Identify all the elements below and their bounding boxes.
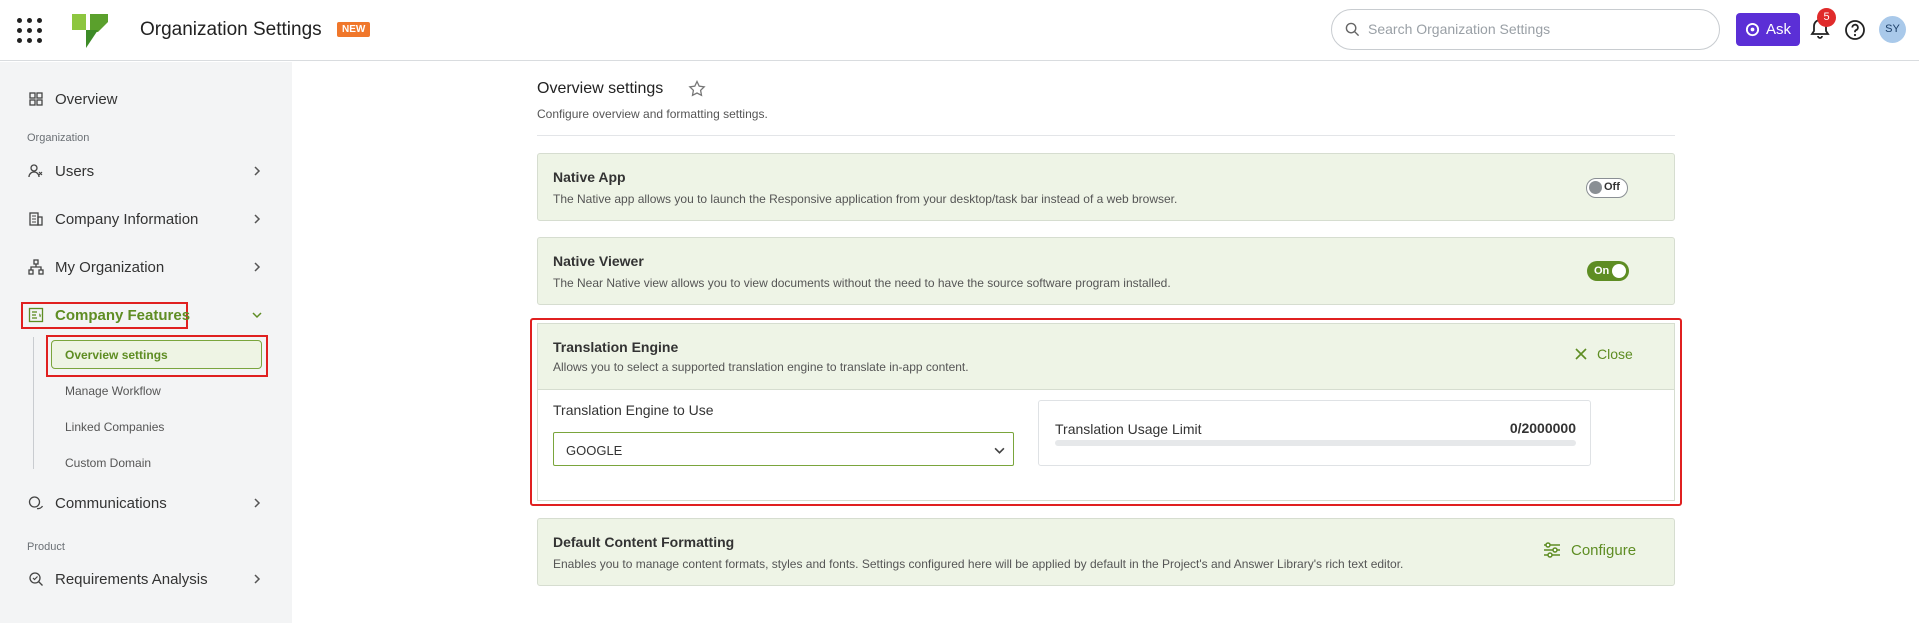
company-logo[interactable]: [70, 12, 110, 50]
sidebar-item-label: Company Information: [55, 210, 199, 228]
select-value: GOOGLE: [566, 443, 623, 458]
app-launcher-icon[interactable]: [17, 18, 42, 43]
chevron-down-icon: [994, 447, 1005, 454]
section-label-product: Product: [27, 541, 65, 553]
card-title: Native App: [553, 169, 626, 185]
card-title: Native Viewer: [553, 253, 644, 269]
sidebar-item-my-organization[interactable]: My Organization: [28, 255, 164, 279]
sidebar-item-requirements-analysis[interactable]: Requirements Analysis: [28, 567, 208, 591]
ask-button[interactable]: Ask: [1736, 13, 1800, 46]
sidebar-item-label: My Organization: [55, 258, 165, 276]
chevron-right-icon[interactable]: [252, 166, 262, 176]
ask-label: Ask: [1765, 21, 1791, 38]
chevron-right-icon[interactable]: [252, 498, 262, 508]
page-title: Overview settings: [537, 80, 664, 97]
card-title: Default Content Formatting: [553, 534, 735, 550]
engine-field-label: Translation Engine to Use: [553, 402, 714, 418]
toggle-knob: [1589, 181, 1602, 194]
usage-progress-track: [1055, 440, 1576, 446]
analysis-icon: [29, 572, 43, 586]
ask-icon: [1745, 22, 1760, 37]
users-icon: [28, 164, 43, 178]
usage-label: Translation Usage Limit: [1055, 421, 1202, 437]
sidebar-item-company-information[interactable]: Company Information: [28, 207, 198, 231]
close-label: Close: [1597, 346, 1633, 362]
page-header-title: Organization Settings: [140, 19, 322, 40]
divider: [537, 135, 1675, 136]
search-icon: [1345, 22, 1360, 37]
grid-icon: [29, 92, 43, 106]
native-app-toggle[interactable]: Off: [1586, 178, 1628, 198]
sidebar-item-communications[interactable]: Communications: [28, 491, 167, 515]
building-icon: [29, 212, 43, 226]
sidebar-item-company-features[interactable]: Company Features: [28, 303, 190, 327]
section-label-organization: Organization: [27, 132, 90, 144]
native-app-card: Native App The Native app allows you to …: [537, 153, 1675, 221]
configure-button[interactable]: Configure: [1543, 541, 1636, 559]
submenu-guide-line: [33, 337, 34, 469]
page-subtitle: Configure overview and formatting settin…: [537, 107, 768, 121]
sidebar-subitem-label: Overview settings: [65, 348, 168, 362]
toggle-label: On: [1594, 265, 1610, 277]
native-viewer-toggle[interactable]: On: [1587, 261, 1629, 281]
sidebar-subitem-custom-domain[interactable]: Custom Domain: [65, 456, 151, 470]
sidebar-subitem-overview-settings[interactable]: Overview settings: [51, 340, 262, 369]
card-description: The Native app allows you to launch the …: [553, 192, 1178, 206]
sidebar-item-label: Company Features: [55, 306, 191, 324]
translation-engine-select[interactable]: GOOGLE: [553, 432, 1014, 466]
org-chart-icon: [28, 259, 44, 275]
card-description: The Near Native view allows you to view …: [553, 276, 1171, 290]
card-description: Enables you to manage content formats, s…: [553, 557, 1404, 571]
sidebar-item-users[interactable]: Users: [28, 159, 94, 183]
sidebar-subitem-manage-workflow[interactable]: Manage Workflow: [65, 384, 161, 398]
chat-icon: [28, 496, 44, 510]
sidebar-item-label: Overview: [55, 90, 118, 108]
sidebar-subitem-linked-companies[interactable]: Linked Companies: [65, 420, 164, 434]
star-icon[interactable]: [688, 80, 706, 98]
sliders-icon: [1544, 542, 1560, 558]
chevron-right-icon[interactable]: [252, 262, 262, 272]
usage-value: 0/2000000: [1509, 420, 1576, 436]
search-box[interactable]: [1331, 9, 1720, 50]
card-description: Allows you to select a supported transla…: [553, 360, 969, 374]
card-title: Translation Engine: [553, 339, 679, 355]
help-icon[interactable]: [1844, 19, 1866, 41]
new-badge: NEW: [337, 22, 371, 37]
toggle-knob: [1612, 264, 1626, 278]
toggle-label: Off: [1604, 181, 1620, 193]
features-icon: [28, 307, 44, 323]
usage-limit-box: Translation Usage Limit 0/2000000: [1038, 400, 1591, 466]
sidebar-item-label: Users: [55, 162, 95, 180]
close-button[interactable]: Close: [1575, 346, 1633, 362]
sidebar-item-overview[interactable]: Overview: [28, 87, 118, 111]
top-header: Organization Settings NEW Ask 5 SY: [0, 0, 1919, 61]
notification-count-badge: 5: [1817, 8, 1836, 27]
sidebar-item-label: Requirements Analysis: [55, 570, 208, 588]
close-icon: [1575, 348, 1587, 360]
sidebar-item-label: Communications: [55, 494, 167, 512]
translation-engine-header: Translation Engine Allows you to select …: [538, 324, 1674, 390]
user-avatar[interactable]: SY: [1879, 16, 1906, 43]
chevron-right-icon[interactable]: [252, 214, 262, 224]
native-viewer-card: Native Viewer The Near Native view allow…: [537, 237, 1675, 305]
default-formatting-card: Default Content Formatting Enables you t…: [537, 518, 1675, 586]
chevron-right-icon[interactable]: [252, 574, 262, 584]
chevron-down-icon[interactable]: [252, 310, 262, 320]
search-input[interactable]: [1368, 18, 1698, 40]
configure-label: Configure: [1571, 541, 1637, 559]
